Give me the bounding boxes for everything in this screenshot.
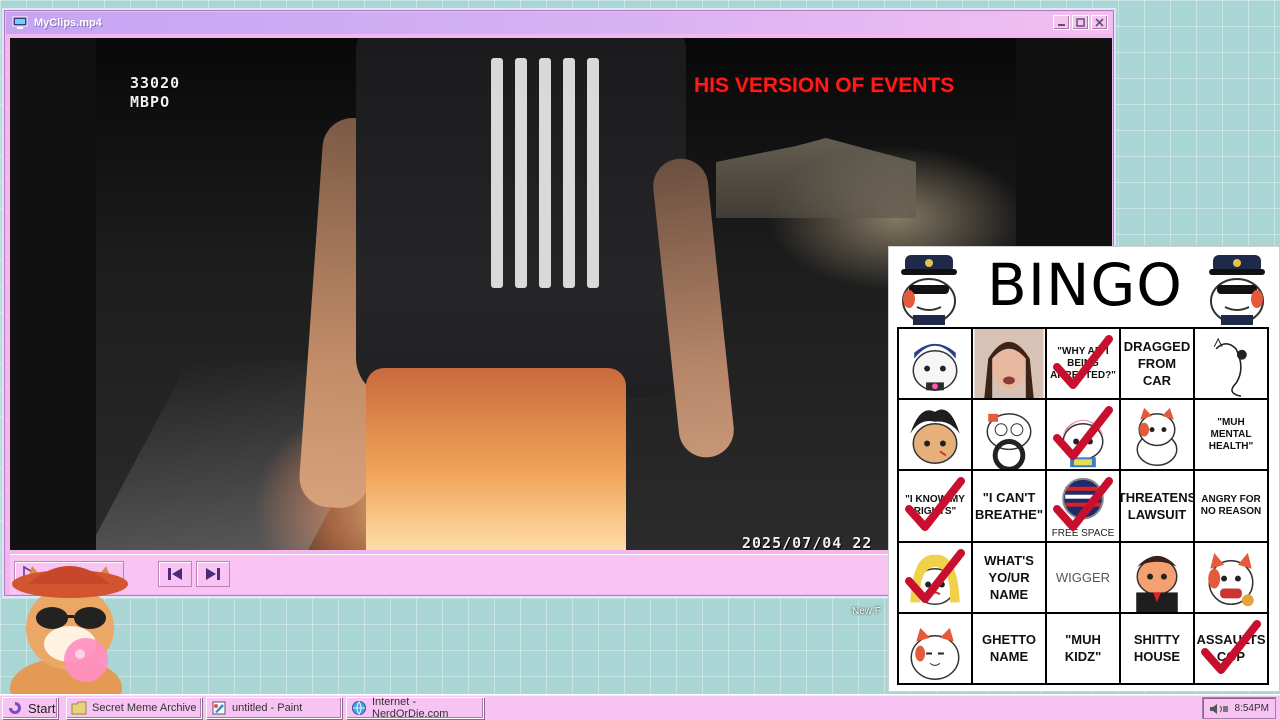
cat-chubby-icon [910,627,960,680]
cat-dark-hair-icon [910,409,960,465]
next-button[interactable] [196,561,230,587]
bingo-header: BINGO [889,247,1280,327]
maximize-icon [1076,18,1085,27]
officer-id: 33020 [130,74,181,92]
check-mark-icon [1201,619,1261,674]
bingo-cell[interactable] [899,613,971,683]
cat-angry-icon [1208,552,1254,606]
speaker-icon [1210,704,1228,714]
cat-sunglasses-icon [10,566,128,718]
bingo-cell[interactable] [899,400,971,470]
bingo-cell[interactable] [899,329,971,399]
bodycam-frame [96,38,1016,550]
close-icon [1095,18,1104,27]
maximize-button[interactable] [1072,15,1089,30]
skip-forward-icon [206,568,220,580]
bingo-cell[interactable] [1195,329,1267,399]
check-mark-icon [905,548,965,603]
globe-icon [352,701,366,715]
shirt-flag-stripes [491,58,621,288]
bingo-cell[interactable] [1121,542,1193,612]
bingo-cell[interactable]: SHITTY HOUSE [1121,613,1193,683]
check-mark-icon [1053,477,1113,532]
bingo-cell[interactable]: ASSAULTS COP [1195,613,1267,683]
system-tray: 8:54PM [1202,697,1276,719]
bingo-cell[interactable]: DRAGGED FROM CAR [1121,329,1193,399]
close-button[interactable] [1091,15,1108,30]
agency-code: MBPO [130,93,171,111]
bingo-cell[interactable]: "MUH MENTAL HEALTH" [1195,400,1267,470]
bingo-card: BINGO "WHY AM I BEING ARRESTED?" DRAGGED … [888,246,1280,692]
bingo-grid: "WHY AM I BEING ARRESTED?" DRAGGED FROM C… [897,327,1269,685]
bingo-cell[interactable]: ANGRY FOR NO REASON [1195,471,1267,541]
bingo-cell[interactable]: THREATENS LAWSUIT [1121,471,1193,541]
bingo-cell[interactable] [1195,542,1267,612]
desktop-icon-label[interactable]: New F [852,606,881,617]
task-label: Internet - NerdOrDie.com [372,696,449,720]
bingo-cell-label: THREATENS LAWSUIT [1121,489,1193,522]
bingo-cell[interactable]: FREE SPACE [1047,471,1119,541]
police-cat-icon [1209,255,1265,325]
task-label: untitled - Paint [232,702,303,714]
person-shorts [366,368,626,550]
minimize-button[interactable] [1053,15,1070,30]
bingo-cell-label: GHETTO NAME [982,632,1036,665]
start-button[interactable]: Start [2,697,58,719]
folder-icon [71,701,87,715]
bingo-cell-label: "MUH KIDZ" [1064,632,1102,665]
bingo-cell[interactable]: WIGGER [1047,542,1119,612]
police-cat-icon [901,255,957,325]
start-swirl-icon [9,702,21,714]
bingo-cell[interactable] [899,542,971,612]
bingo-title: BINGO [987,251,1183,319]
paint-icon [212,701,226,715]
task-label: Secret Meme Archive [92,702,197,714]
check-mark-icon [1053,335,1113,389]
skip-back-icon [168,568,182,580]
cat-sketch-icon [1213,337,1247,397]
bingo-cell[interactable]: GHETTO NAME [973,613,1045,683]
cat-emo-icon [912,343,958,392]
bingo-cell[interactable]: WHAT'S YO/UR NAME [973,542,1045,612]
bubblegum-cat-sticker [0,560,140,718]
window-titlebar[interactable]: MyClips.mp4 [6,12,1112,34]
bingo-cell[interactable]: "MUH KIDZ" [1047,613,1119,683]
monitor-icon [12,16,28,30]
bingo-cell[interactable] [1121,400,1193,470]
check-mark-icon [905,477,965,532]
window-controls [1053,15,1108,30]
check-mark-icon [1053,406,1113,461]
bingo-cell[interactable]: "WHY AM I BEING ARRESTED?" [1047,329,1119,399]
bingo-cell[interactable] [973,400,1045,470]
bingo-cell[interactable]: "I KNOW MY RIGHTS" [899,471,971,541]
bingo-cell[interactable]: "I CAN'T BREATHE" [973,471,1045,541]
task-button-internet[interactable]: Internet - NerdOrDie.com [346,696,484,720]
cat-sitting-icon [1136,408,1178,467]
bingo-cell-label: ANGRY FOR NO REASON [1200,493,1262,517]
bingo-cell-label: WHAT'S YO/UR NAME [984,552,1034,602]
bingo-cell-label: WIGGER [1055,569,1111,585]
bingo-cell-label: "MUH MENTAL HEALTH" [1208,416,1254,452]
task-button-paint[interactable]: untitled - Paint [206,697,342,719]
previous-button[interactable] [158,561,192,587]
cat-suit-icon [1136,555,1178,612]
cat-driving-icon [986,413,1032,470]
bodycam-timestamp: 2025/07/04 22 [742,534,873,550]
start-label: Start [28,700,56,716]
system-clock[interactable]: 8:54PM [1235,703,1269,714]
crying-woman-photo [974,329,1044,399]
minimize-icon [1058,24,1065,26]
background-buildings [716,138,916,218]
task-button-meme-archive[interactable]: Secret Meme Archive [66,697,202,719]
taskbar: Start Secret Meme Archive untitled - Pai… [0,694,1280,720]
bingo-cell-label: "I CAN'T BREATHE" [974,489,1044,522]
bodycam-id: 33020 MBPO [130,74,180,112]
bingo-cell[interactable] [1047,400,1119,470]
video-caption: HIS VERSION OF EVENTS [694,74,955,97]
window-title: MyClips.mp4 [34,17,102,29]
bingo-cell-label: SHITTY HOUSE [1133,632,1181,665]
bingo-cell-label: DRAGGED FROM CAR [1123,339,1191,389]
bingo-cell[interactable] [973,329,1045,399]
